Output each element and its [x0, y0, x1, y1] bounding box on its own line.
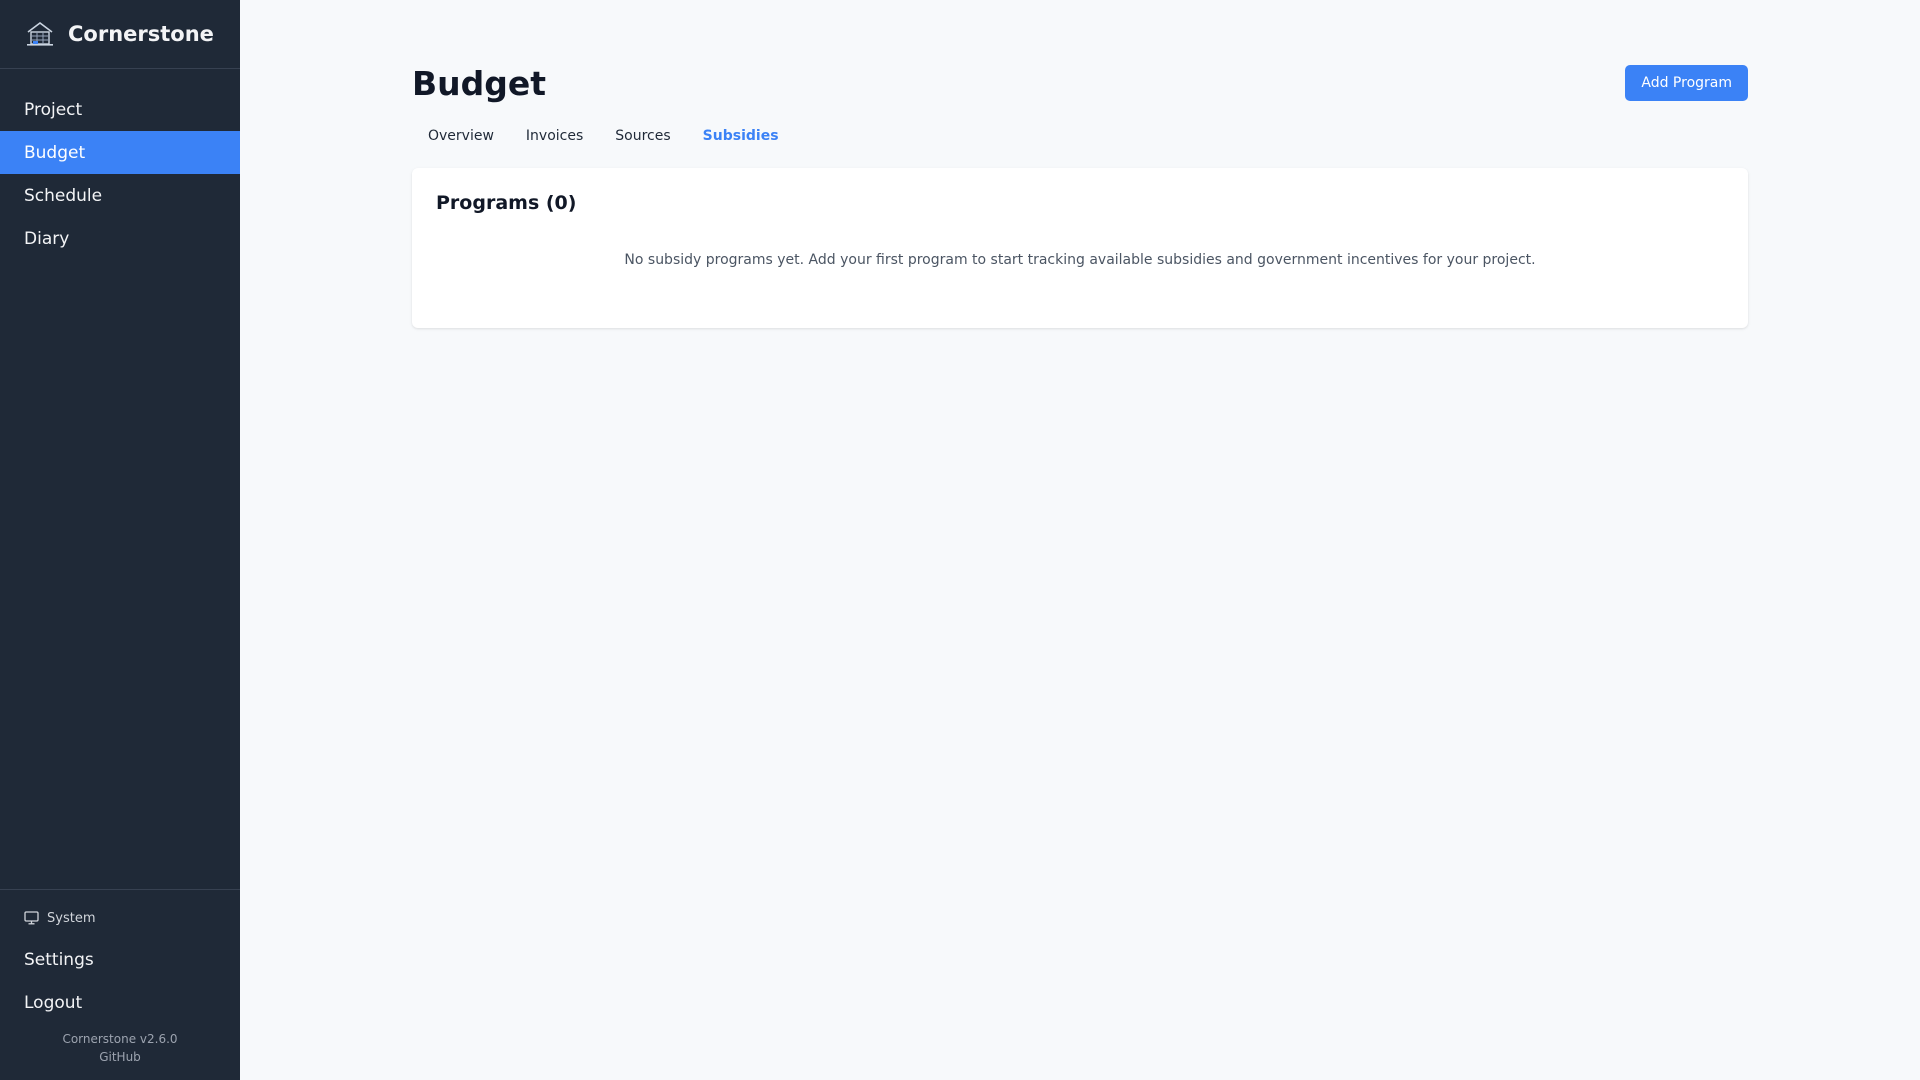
empty-state-message: No subsidy programs yet. Add your first …: [624, 252, 1536, 268]
theme-toggle[interactable]: System: [0, 906, 240, 930]
sidebar-item-budget[interactable]: Budget: [0, 131, 240, 174]
add-program-button[interactable]: Add Program: [1625, 65, 1748, 101]
logout-link[interactable]: Logout: [0, 981, 240, 1024]
sidebar: Cornerstone Project Budget Schedule Diar…: [0, 0, 240, 1080]
theme-label: System: [47, 910, 96, 926]
version-info: Cornerstone v2.6.0 GitHub: [0, 1024, 240, 1080]
tab-invoices[interactable]: Invoices: [510, 128, 599, 144]
programs-title: Programs (0): [436, 192, 577, 214]
app-name: Cornerstone: [68, 22, 214, 46]
monitor-icon: [24, 911, 39, 925]
sidebar-nav: Project Budget Schedule Diary: [0, 69, 240, 260]
page-title: Budget: [412, 63, 547, 103]
tab-overview[interactable]: Overview: [412, 128, 510, 144]
content-container: Budget Add Program Overview Invoices Sou…: [412, 0, 1748, 328]
sidebar-item-schedule[interactable]: Schedule: [0, 174, 240, 217]
brand[interactable]: Cornerstone: [0, 0, 240, 69]
settings-link[interactable]: Settings: [0, 938, 240, 981]
app-root: Cornerstone Project Budget Schedule Diar…: [0, 0, 1920, 1080]
budget-tabs: Overview Invoices Sources Subsidies: [412, 124, 1748, 148]
programs-card: Programs (0) No subsidy programs yet. Ad…: [412, 168, 1748, 328]
main-content: Budget Add Program Overview Invoices Sou…: [240, 0, 1920, 1080]
building-logo-icon: [24, 18, 56, 50]
version-text: Cornerstone v2.6.0: [62, 1032, 178, 1046]
github-link[interactable]: GitHub: [99, 1050, 141, 1064]
tab-subsidies[interactable]: Subsidies: [687, 128, 795, 144]
page-header: Budget Add Program: [412, 63, 1748, 103]
tab-sources[interactable]: Sources: [599, 128, 686, 144]
sidebar-item-project[interactable]: Project: [0, 88, 240, 131]
sidebar-item-diary[interactable]: Diary: [0, 217, 240, 260]
sidebar-footer: System Settings Logout Cornerstone v2.6.…: [0, 889, 240, 1080]
